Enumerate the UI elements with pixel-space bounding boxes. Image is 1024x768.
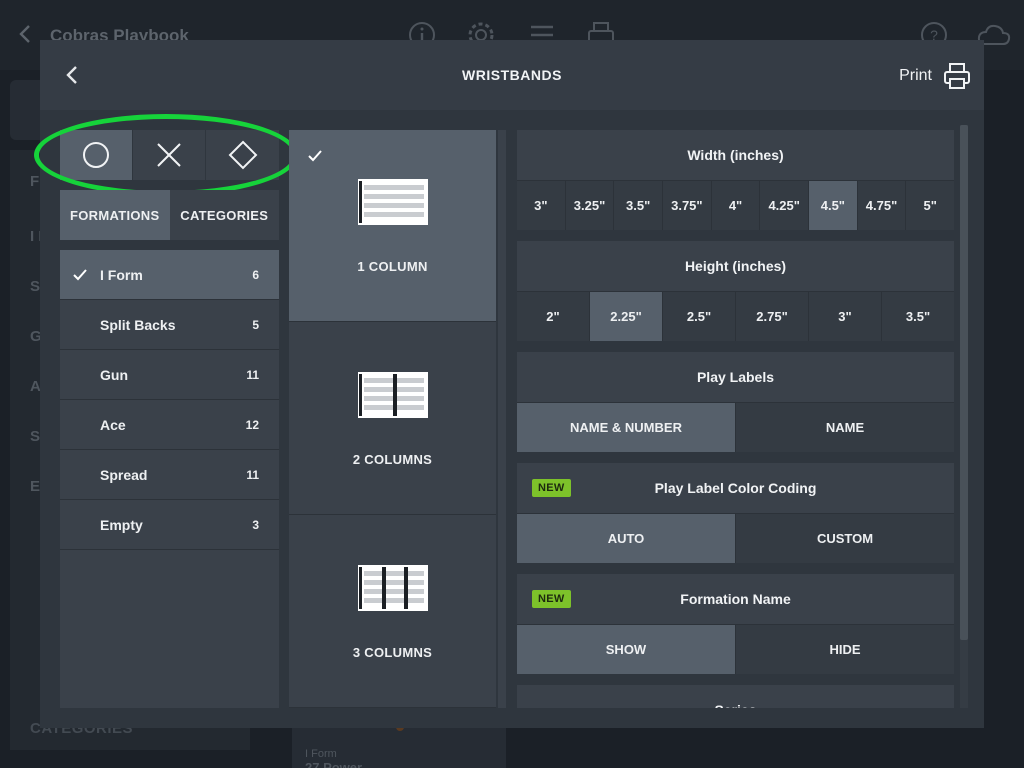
diamond-icon xyxy=(228,140,257,170)
list-item-gun[interactable]: Gun 11 xyxy=(60,350,279,400)
shape-x-button[interactable] xyxy=(133,130,206,180)
width-option[interactable]: 3.5" xyxy=(614,181,664,230)
color-coding-header: NEW Play Label Color Coding xyxy=(517,463,954,513)
layout-label: 2 COLUMNS xyxy=(352,452,433,467)
height-option[interactable]: 3.5" xyxy=(882,292,954,341)
formation-name: I Form xyxy=(100,266,143,283)
formation-count: 11 xyxy=(246,467,259,482)
formation-name: Empty xyxy=(100,516,143,533)
tab-formations[interactable]: FORMATIONS xyxy=(60,190,170,240)
height-option[interactable]: 3" xyxy=(809,292,882,341)
play-labels-setting: Play Labels NAME & NUMBER NAME xyxy=(517,352,954,452)
layout-option-1-column[interactable]: 1 COLUMN xyxy=(289,130,496,322)
modal-title: WRISTBANDS xyxy=(462,67,562,83)
x-icon xyxy=(157,143,181,167)
formation-name: Ace xyxy=(100,416,126,433)
formation-count: 5 xyxy=(252,317,259,332)
wristbands-modal: WRISTBANDS Print FORMATIONS CATEGORIES I… xyxy=(34,40,984,728)
formation-name-header: NEW Formation Name xyxy=(517,574,954,624)
formation-name: Split Backs xyxy=(100,316,176,333)
print-label: Print xyxy=(899,67,932,84)
formation-count: 6 xyxy=(252,267,259,282)
new-badge: NEW xyxy=(532,590,571,608)
height-option[interactable]: 2" xyxy=(517,292,590,341)
formation-name: Gun xyxy=(100,366,128,383)
formation-name: Spread xyxy=(100,466,148,483)
three-columns-icon xyxy=(358,565,428,611)
shape-diamond-button[interactable] xyxy=(206,130,279,180)
formation-count: 12 xyxy=(245,417,259,432)
next-setting-label: Series xyxy=(517,685,954,708)
background-side-item: F xyxy=(30,173,40,190)
formation-name-show[interactable]: SHOW xyxy=(517,625,736,674)
width-option[interactable]: 3.25" xyxy=(565,181,615,230)
width-option[interactable]: 3" xyxy=(517,181,566,230)
list-item-i-form[interactable]: I Form 6 xyxy=(60,250,279,300)
list-item-ace[interactable]: Ace 12 xyxy=(60,400,279,450)
shape-selector xyxy=(60,130,279,180)
layout-label: 3 COLUMNS xyxy=(352,645,433,660)
layout-option-3-columns[interactable]: 3 COLUMNS xyxy=(289,516,496,708)
width-option[interactable]: 4" xyxy=(711,181,761,230)
back-icon xyxy=(19,25,30,43)
height-label: Height (inches) xyxy=(517,241,954,291)
background-card-title: 27 Power xyxy=(305,760,363,768)
width-option-selected[interactable]: 4.5" xyxy=(809,181,858,230)
wristband-settings: Width (inches) 3" 3.25" 3.5" 3.75" 4" 4.… xyxy=(517,130,954,708)
layout-label: 1 COLUMN xyxy=(357,259,428,274)
formation-count: 3 xyxy=(252,517,259,532)
play-labels-label: Play Labels xyxy=(517,352,954,402)
color-coding-label: Play Label Color Coding xyxy=(654,480,817,496)
width-options: 3" 3.25" 3.5" 3.75" 4" 4.25" 4.5" 4.75" … xyxy=(517,180,954,230)
height-option[interactable]: 2.5" xyxy=(663,292,736,341)
height-setting: Height (inches) 2" 2.25" 2.5" 2.75" 3" 3… xyxy=(517,241,954,341)
formations-list: I Form 6 Split Backs 5 Gun 11 Ace 12 Spr… xyxy=(60,250,279,708)
shape-circle-button[interactable] xyxy=(60,130,133,180)
height-option-selected[interactable]: 2.25" xyxy=(590,292,663,341)
modal-header: WRISTBANDS Print xyxy=(40,40,984,110)
tab-categories[interactable]: CATEGORIES xyxy=(169,190,279,240)
width-option[interactable]: 3.75" xyxy=(663,181,712,230)
height-option[interactable]: 2.75" xyxy=(736,292,809,341)
circle-icon xyxy=(83,142,109,168)
printer-icon xyxy=(944,63,970,89)
formation-name-options: SHOW HIDE xyxy=(517,624,954,674)
width-option[interactable]: 5" xyxy=(906,181,954,230)
play-labels-options: NAME & NUMBER NAME xyxy=(517,402,954,452)
width-option[interactable]: 4.75" xyxy=(857,181,907,230)
one-column-icon xyxy=(358,179,428,225)
height-options: 2" 2.25" 2.5" 2.75" 3" 3.5" xyxy=(517,291,954,341)
formations-categories-tabs: FORMATIONS CATEGORIES xyxy=(60,190,279,240)
color-coding-custom[interactable]: CUSTOM xyxy=(736,514,954,563)
formation-count: 11 xyxy=(246,367,259,382)
list-item-split-backs[interactable]: Split Backs 5 xyxy=(60,300,279,350)
new-badge: NEW xyxy=(532,479,571,497)
play-labels-name[interactable]: NAME xyxy=(736,403,954,452)
checkmark-icon xyxy=(308,150,322,162)
layout-scrollbar[interactable] xyxy=(498,130,506,708)
color-coding-options: AUTO CUSTOM xyxy=(517,513,954,563)
layout-option-2-columns[interactable]: 2 COLUMNS xyxy=(289,323,496,515)
list-item-empty[interactable]: Empty 3 xyxy=(60,500,279,550)
play-labels-name-number[interactable]: NAME & NUMBER xyxy=(517,403,736,452)
print-button[interactable]: Print xyxy=(899,60,972,92)
two-columns-icon xyxy=(358,372,428,418)
list-item-spread[interactable]: Spread 11 xyxy=(60,450,279,500)
formation-name-setting: NEW Formation Name SHOW HIDE xyxy=(517,574,954,674)
color-coding-setting: NEW Play Label Color Coding AUTO CUSTOM xyxy=(517,463,954,563)
formation-name-label: Formation Name xyxy=(680,591,791,607)
color-coding-auto[interactable]: AUTO xyxy=(517,514,736,563)
formation-name-hide[interactable]: HIDE xyxy=(736,625,954,674)
next-setting-partial: Series xyxy=(517,685,954,708)
width-label: Width (inches) xyxy=(517,130,954,180)
background-card-subtitle: I Form xyxy=(305,748,337,760)
checkmark-icon xyxy=(73,269,87,281)
width-option[interactable]: 4.25" xyxy=(760,181,810,230)
width-setting: Width (inches) 3" 3.25" 3.5" 3.75" 4" 4.… xyxy=(517,130,954,230)
settings-scrollbar[interactable] xyxy=(960,125,968,640)
column-layout-selector: 1 COLUMN 2 COLUMNS 3 COLUMNS xyxy=(289,130,496,708)
